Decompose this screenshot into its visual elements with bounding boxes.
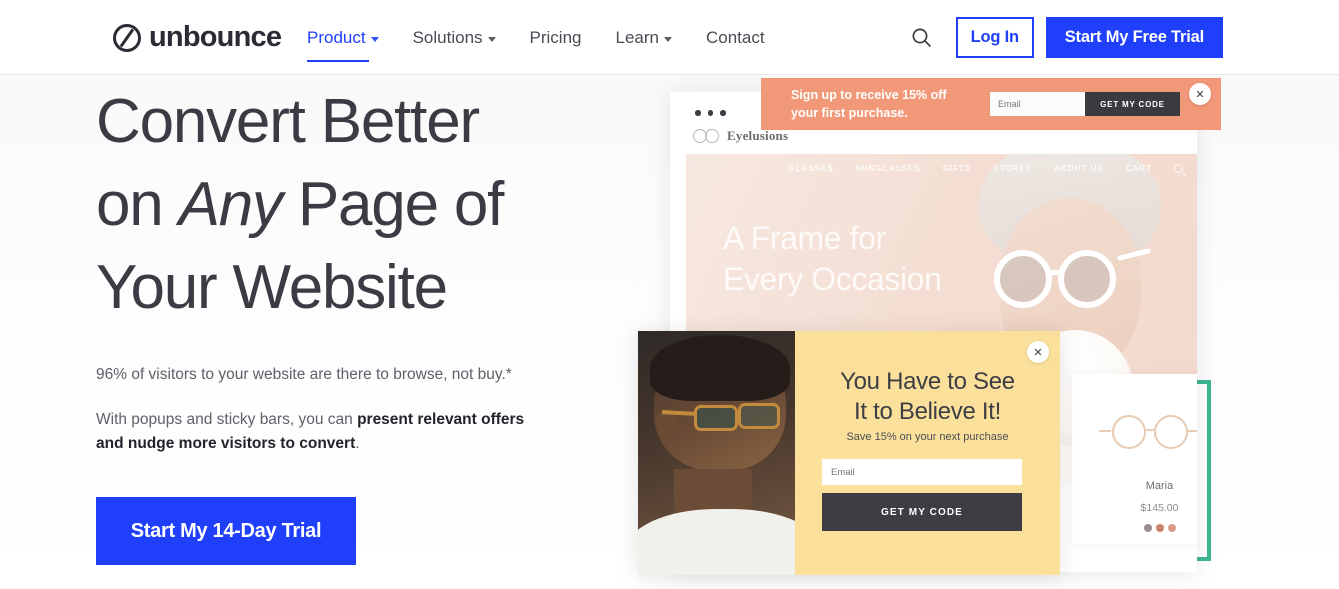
mockup-nav-stores[interactable]: STORES	[993, 164, 1032, 173]
product-card[interactable]: Maria $145.00	[1072, 374, 1197, 544]
nav-item-label: Contact	[705, 27, 765, 47]
chevron-down-icon	[487, 36, 496, 42]
headline-emphasis: Any	[178, 170, 283, 240]
popup-subtitle: Save 15% on your next purchase	[846, 431, 1009, 443]
nav-item-label: Learn	[615, 27, 659, 47]
headline-line-2-a: on	[96, 170, 179, 240]
product-price: $145.00	[1140, 502, 1179, 514]
mockup-hero-title-line-1: A Frame for	[723, 220, 886, 256]
search-icon[interactable]	[902, 18, 942, 58]
popup-overlay: You Have to See It to Believe It! Save 1…	[638, 331, 1060, 575]
popup-title-line-2: It to Believe It!	[854, 398, 1001, 426]
search-icon[interactable]	[1174, 164, 1183, 173]
logo-wordmark: unbounce	[149, 21, 282, 53]
sticky-bar-text: Sign up to receive 15% off your first pu…	[791, 86, 971, 122]
hero-copy: Convert Better on Any Page of Your Websi…	[96, 80, 616, 565]
mockup-hero-title-line-2: Every Occasion	[723, 260, 942, 297]
hero-illustration: Eyelusions GLASSES SUNGLASSES GIFTS STOR…	[620, 0, 1339, 589]
mockup-site-brand: Eyelusions	[693, 128, 788, 144]
hero-description-plain-a: With popups and sticky bars, you can	[96, 411, 358, 429]
start-14-day-trial-button[interactable]: Start My 14-Day Trial	[96, 497, 356, 565]
sticky-bar-text-line-1: Sign up to receive 15% off	[791, 88, 947, 102]
nav-item-solutions[interactable]: Solutions	[396, 0, 513, 75]
page-root: unbounce Product Solutions Pricing Learn…	[0, 0, 1339, 589]
main-nav: Product Solutions Pricing Learn Contact	[307, 0, 782, 75]
chevron-down-icon	[370, 36, 379, 42]
mockup-nav-gifts[interactable]: GIFTS	[943, 164, 972, 173]
mockup-brand-name: Eyelusions	[727, 128, 789, 143]
popup-title: You Have to See It to Believe It!	[795, 367, 1060, 427]
close-icon[interactable]: ✕	[1027, 341, 1049, 363]
sticky-bar-text-line-2: your first purchase.	[791, 106, 908, 121]
nav-item-label: Solutions	[412, 27, 483, 47]
nav-item-pricing[interactable]: Pricing	[513, 0, 599, 75]
nav-active-underline	[307, 59, 369, 62]
mockup-nav-about-us[interactable]: ABOUT US	[1054, 164, 1104, 173]
two-rings-icon	[693, 129, 719, 143]
popup-title-line-1: You Have to See	[840, 368, 1015, 395]
browser-window-dots-icon	[695, 110, 726, 116]
unbounce-logo[interactable]: unbounce	[113, 21, 282, 53]
sticky-bar-email-input[interactable]	[990, 92, 1085, 116]
headline-line-2-c: Page of	[281, 170, 505, 240]
start-free-trial-button[interactable]: Start My Free Trial	[1045, 17, 1223, 58]
popup-get-my-code-button[interactable]: GET MY CODE	[822, 493, 1022, 531]
model-photo-man-sunglasses	[638, 331, 795, 575]
header-actions: Log In Start My Free Trial	[902, 0, 1223, 75]
sticky-bar-get-my-code-button[interactable]: GET MY CODE	[1085, 92, 1180, 116]
close-icon[interactable]: ✕	[1189, 83, 1211, 105]
popup-email-input[interactable]	[822, 459, 1022, 485]
product-color-swatches[interactable]	[1072, 524, 1197, 532]
eyeglasses-icon	[1072, 396, 1197, 468]
page-title: Convert Better on Any Page of Your Websi…	[96, 80, 616, 329]
hero-description: With popups and sticky bars, you can pre…	[96, 408, 556, 456]
site-header: unbounce Product Solutions Pricing Learn…	[0, 0, 1339, 75]
product-name: Maria	[1145, 480, 1174, 492]
popup-content: You Have to See It to Believe It! Save 1…	[795, 331, 1060, 575]
sticky-bar: Sign up to receive 15% off your first pu…	[761, 78, 1221, 130]
nav-item-product[interactable]: Product	[307, 0, 396, 75]
headline-line-1: Convert Better	[96, 87, 480, 156]
mockup-hero-title: A Frame for Every Occasion	[723, 218, 942, 300]
mockup-nav-sunglasses[interactable]: SUNGLASSES	[856, 164, 921, 173]
log-in-button[interactable]: Log In	[955, 17, 1034, 58]
sticky-bar-form: GET MY CODE	[990, 92, 1180, 116]
mockup-nav-glasses[interactable]: GLASSES	[788, 164, 833, 173]
hero-description-plain-b: .	[355, 435, 360, 453]
nav-item-learn[interactable]: Learn	[599, 0, 689, 75]
unbounce-circle-slash-icon	[113, 23, 141, 52]
chevron-down-icon	[663, 36, 672, 42]
mockup-nav-cart[interactable]: CART	[1126, 164, 1152, 173]
mockup-site-nav: GLASSES SUNGLASSES GIFTS STORES ABOUT US…	[788, 164, 1183, 173]
hero-stat-text: 96% of visitors to your website are ther…	[96, 366, 512, 384]
nav-item-label: Product	[307, 27, 366, 47]
nav-item-contact[interactable]: Contact	[689, 0, 782, 75]
headline-line-3: Your Website	[96, 253, 448, 323]
nav-item-label: Pricing	[529, 27, 582, 47]
